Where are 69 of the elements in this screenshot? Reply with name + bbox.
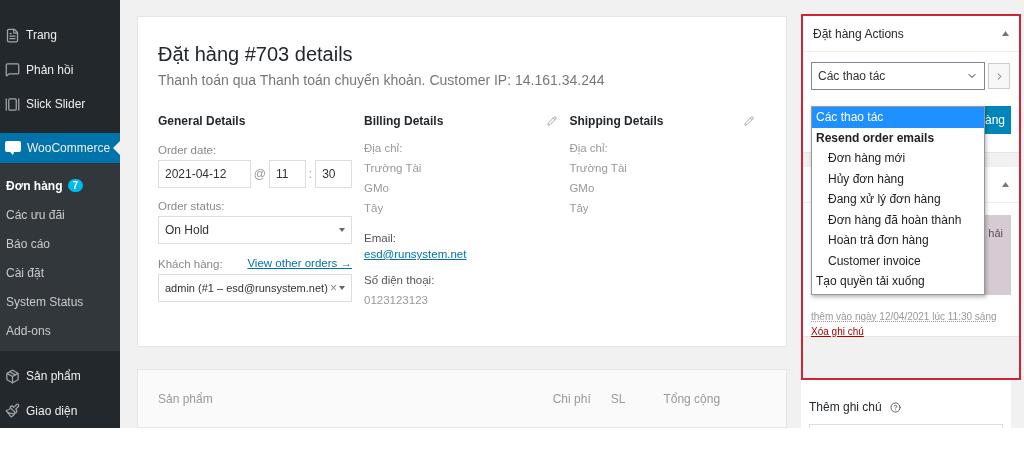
customer-select[interactable]: admin (#1 – esd@runsystem.net) ×	[158, 274, 352, 302]
brush-icon	[5, 403, 20, 419]
order-subtitle: Thanh toán qua Thanh toán chuyển khoản. Customer IP: 14.161.34.244	[158, 72, 606, 88]
submenu-item[interactable]: Cài đặt	[0, 258, 120, 287]
column-header: Chi phí	[552, 391, 591, 406]
caret-up-icon[interactable]	[1002, 182, 1009, 187]
field-label: Khách hàng:	[158, 258, 223, 270]
column-header: Tổng cộng	[663, 391, 721, 406]
comment-icon	[5, 62, 20, 78]
delete-note-link[interactable]: Xóa ghi chú	[811, 326, 864, 337]
action-select[interactable]: Các thao tác	[811, 62, 985, 90]
section-heading: General Details	[158, 114, 246, 128]
at-sign: @	[253, 167, 267, 181]
dropdown-option[interactable]: Đơn hàng mới	[812, 148, 984, 169]
clear-icon[interactable]: ×	[329, 281, 337, 295]
address-line: Tây	[569, 201, 590, 216]
phone-number: 0123123123	[364, 293, 429, 308]
dropdown-option[interactable]: Đang xử lý đơn hàng	[812, 189, 984, 210]
menu-item[interactable]: Slick Slider	[0, 86, 120, 122]
page-icon	[5, 27, 20, 43]
caret-down-icon[interactable]	[339, 228, 345, 232]
submenu-item[interactable]: Các ưu đãi	[0, 200, 120, 229]
dropdown-option[interactable]: Đơn hàng đã hoàn thành	[812, 209, 984, 230]
menu-item[interactable]: Giao diện	[0, 393, 120, 428]
email-link[interactable]: esd@runsystem.net	[364, 248, 558, 260]
column-header: SL	[610, 391, 626, 406]
address-line: GMo	[569, 181, 596, 196]
panel-title: Đặt hàng Actions	[813, 26, 904, 41]
section-heading: Billing Details	[364, 114, 444, 128]
menu-item[interactable]: WooCommerce	[0, 133, 120, 163]
menu-item[interactable]: Phản hồi	[0, 52, 120, 87]
field-label: Order date:	[158, 144, 218, 156]
submenu-item[interactable]: Add-ons	[0, 316, 120, 345]
colon-sign: :	[308, 167, 313, 181]
field-label: Địa chỉ:	[364, 141, 404, 156]
field-label: Địa chỉ:	[569, 141, 609, 156]
caret-down-icon[interactable]	[339, 286, 345, 290]
dropdown-option[interactable]: Hoàn trả đơn hàng	[812, 230, 984, 251]
field-label: Order status:	[158, 200, 226, 212]
box-icon	[5, 368, 20, 384]
address-line: Trường Tài	[569, 161, 628, 176]
status-select[interactable]: On Hold	[158, 216, 352, 244]
count-badge: 7	[67, 179, 84, 192]
dropdown-option[interactable]: Hủy đơn hàng	[812, 168, 984, 189]
minute-field[interactable]: 30	[315, 160, 352, 188]
other-orders-link[interactable]: View other orders →	[247, 257, 352, 269]
dropdown-option[interactable]: Tạo quyền tải xuống	[812, 271, 984, 292]
field-label: Số điện thoại:	[364, 273, 436, 288]
dropdown-option[interactable]: Customer invoice	[812, 250, 984, 271]
hour-field[interactable]: 11	[269, 160, 306, 188]
submenu-item[interactable]: System Status	[0, 287, 120, 316]
order-title: Đặt hàng #703 details	[158, 43, 354, 66]
submenu-item[interactable]: Đơn hàng 7	[0, 171, 120, 200]
date-field[interactable]: 2021-04-12	[158, 160, 251, 188]
help-icon[interactable]	[889, 401, 901, 413]
column-header: Sản phẩm	[158, 391, 213, 406]
slider-icon	[5, 96, 20, 112]
submenu-item[interactable]: Báo cáo	[0, 229, 120, 258]
address-line: GMo	[364, 181, 390, 196]
section-heading: Shipping Details	[569, 114, 664, 128]
address-line: Tây	[364, 201, 385, 216]
menu-item[interactable]: Trang	[0, 18, 120, 53]
menu-item[interactable]: Sản phẩm	[0, 359, 120, 394]
option-group-label: Resend order emails	[812, 127, 984, 148]
add-note-label: Thêm ghi chú	[809, 400, 882, 414]
note-meta: thêm vào ngày 12/04/2021 lúc 11:30 sáng Xóa ghi chú	[811, 310, 998, 339]
field-label: Email:	[364, 231, 397, 246]
address-line: Trường Tài	[364, 161, 423, 176]
caret-up-icon[interactable]	[1002, 31, 1009, 36]
